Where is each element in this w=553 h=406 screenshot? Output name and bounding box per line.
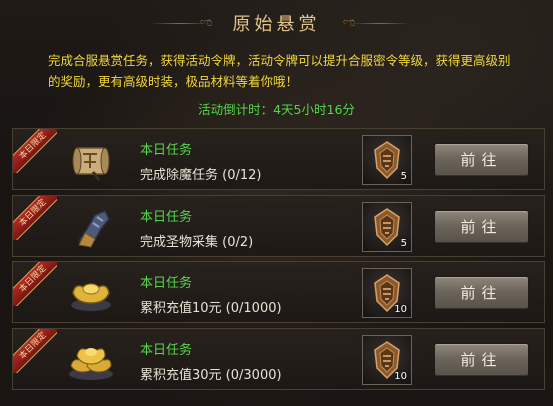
event-countdown: 活动倒计时：4天5小时16分 bbox=[198, 102, 355, 117]
reward-slot[interactable]: 10 bbox=[362, 334, 412, 385]
header-ornament-right bbox=[350, 23, 410, 24]
task-title: 本日任务 bbox=[140, 276, 193, 291]
gold-ingot-pile-icon bbox=[65, 336, 117, 384]
ribbon-label: 本日限定 bbox=[13, 195, 57, 240]
header: ಌ 原始悬赏 ಌ bbox=[0, 0, 553, 40]
gauntlet-icon bbox=[65, 203, 117, 251]
daily-limited-ribbon: 本日限定 bbox=[13, 328, 57, 373]
reward-count: 10 bbox=[394, 304, 407, 315]
task-list: 本日限定 本日任务 完成除魔任务 (0/12) 5 前往 本日限定 本日任务 完… bbox=[12, 128, 545, 394]
task-row: 本日限定 本日任务 累积充值10元 (0/1000) 10 前往 bbox=[12, 261, 545, 323]
ribbon-label: 本日限定 bbox=[13, 328, 57, 373]
go-button[interactable]: 前往 bbox=[434, 143, 529, 177]
reward-count: 10 bbox=[394, 370, 407, 382]
task-description: 完成圣物采集 (0/2) bbox=[140, 234, 254, 250]
reward-slot[interactable]: 5 bbox=[362, 135, 412, 185]
go-button[interactable]: 前往 bbox=[434, 209, 529, 244]
go-button[interactable]: 前往 bbox=[434, 276, 529, 310]
ribbon-label: 本日限定 bbox=[13, 129, 57, 173]
task-description: 累积充值10元 (0/1000) bbox=[140, 301, 282, 316]
task-title: 本日任务 bbox=[140, 143, 193, 158]
scroll-icon bbox=[65, 136, 117, 184]
gold-ingot-icon bbox=[65, 269, 117, 317]
task-description: 累积充值30元 (0/3000) bbox=[140, 367, 282, 383]
task-title: 本日任务 bbox=[140, 209, 193, 225]
task-description: 完成除魔任务 (0/12) bbox=[140, 168, 262, 183]
page-title: 原始悬赏 bbox=[232, 14, 321, 35]
reward-count: 5 bbox=[400, 237, 407, 249]
daily-limited-ribbon: 本日限定 bbox=[13, 195, 57, 240]
task-title: 本日任务 bbox=[140, 342, 193, 358]
task-row: 本日限定 本日任务 完成除魔任务 (0/12) 5 前往 bbox=[12, 128, 545, 190]
task-row: 本日限定 本日任务 完成圣物采集 (0/2) 5 前往 bbox=[12, 194, 545, 257]
daily-limited-ribbon: 本日限定 bbox=[13, 129, 57, 173]
event-description: 完成合服悬赏任务，获得活动令牌，活动令牌可以提升合服密令等级，获得更高级别的奖励… bbox=[48, 53, 511, 89]
task-row: 本日限定 本日任务 累积充值30元 (0/3000) 10 前往 bbox=[12, 327, 545, 390]
ribbon-label: 本日限定 bbox=[13, 262, 57, 306]
go-button[interactable]: 前往 bbox=[434, 342, 529, 377]
reward-slot[interactable]: 10 bbox=[362, 268, 412, 318]
daily-limited-ribbon: 本日限定 bbox=[13, 262, 57, 306]
reward-slot[interactable]: 5 bbox=[362, 201, 412, 252]
reward-count: 5 bbox=[400, 171, 407, 182]
